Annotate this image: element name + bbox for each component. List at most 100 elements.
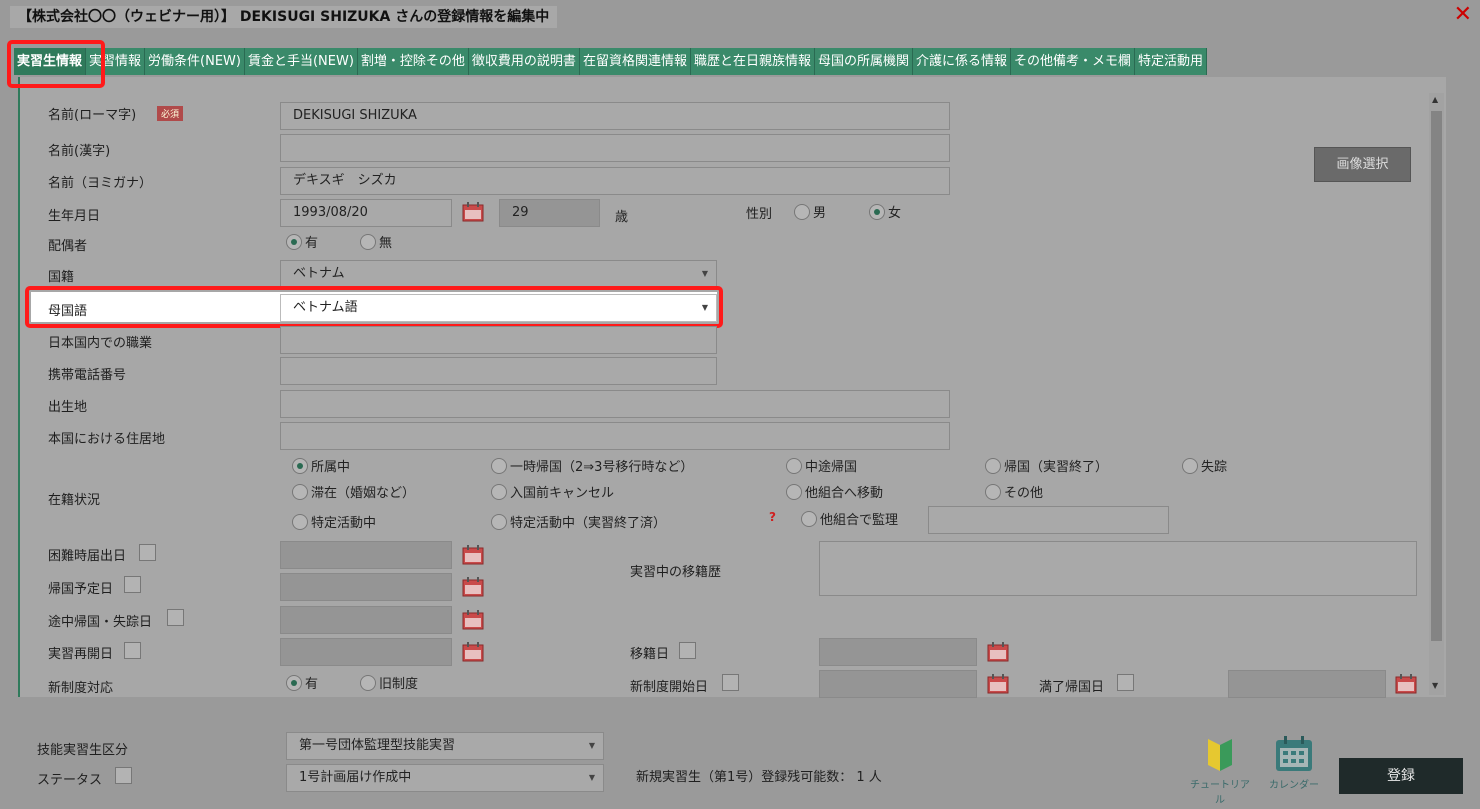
hardship-date-checkbox[interactable] [139,544,156,561]
transfer-date-input[interactable] [819,638,977,666]
other-union-input[interactable] [928,506,1169,534]
resume-label: 実習再開日 [48,647,114,662]
name-roman-input[interactable]: DEKISUGI SHIZUKA [280,102,950,130]
status-radio-other[interactable]: その他 [985,482,1043,501]
status-radio-affiliated[interactable]: 所属中 [292,456,350,475]
status-radio-stay[interactable]: 滞在（婚姻など） [292,482,415,501]
name-kanji-input[interactable] [280,134,950,162]
scroll-thumb[interactable] [1431,111,1442,641]
category-select[interactable]: 第一号団体監理型技能実習 ▼ [286,732,604,760]
return-plan-checkbox[interactable] [124,576,141,593]
tab-specified-activities[interactable]: 特定活動用 [1135,48,1208,75]
highlight-box [25,286,723,328]
status-radio-pre-entry-cancel[interactable]: 入国前キャンセル [491,482,614,501]
gender-female-radio[interactable]: 女 [869,202,901,221]
tab-care-info[interactable]: 介護に係る情報 [912,48,1011,75]
mobile-input[interactable] [280,357,717,385]
return-plan-input[interactable] [280,573,452,601]
occupation-input[interactable] [280,326,717,354]
status-radio-specified-activity-done[interactable]: 特定活動中（実習終了済） [491,512,666,531]
new-system-start-checkbox[interactable] [722,674,739,691]
calendar-icon[interactable] [462,610,484,630]
tab-bar: 実習生情報 実習情報 労働条件(NEW) 賃金と手当(NEW) 割増・控除その他… [14,48,1208,75]
status-radio-transfer[interactable]: 他組合へ移動 [786,482,883,501]
calendar-icon[interactable] [462,545,484,565]
return-plan-label: 帰国予定日 [48,582,114,597]
home-address-label: 本国における住居地 [48,432,166,447]
status-radio-midway-return[interactable]: 中途帰国 [786,456,857,475]
gender-male-radio[interactable]: 男 [794,202,826,221]
resume-checkbox[interactable] [124,642,141,659]
tutorial-button[interactable]: チュートリアル [1188,735,1252,806]
tab-home-organization[interactable]: 母国の所属機関 [814,48,913,75]
calendar-icon[interactable] [1395,674,1417,694]
birthday-input[interactable]: 1993/08/20 [280,199,452,227]
tab-labor-conditions[interactable]: 労働条件(NEW) [145,48,245,75]
spouse-no-radio[interactable]: 無 [360,232,392,251]
name-roman-label: 名前(ローマ字) [48,108,137,123]
edit-dialog: 【株式会社〇〇（ウェビナー用）】 DEKISUGI SHIZUKA さんの登録情… [0,0,1480,809]
midway-return-checkbox[interactable] [167,609,184,626]
calendar-icon[interactable] [987,674,1009,694]
status-radio-missing[interactable]: 失踪 [1182,456,1227,475]
scroll-up-icon[interactable]: ▲ [1432,95,1438,104]
midway-return-label: 途中帰国・失踪日 [48,615,153,630]
nationality-label: 国籍 [48,270,75,285]
calendar-button[interactable]: カレンダー [1262,735,1326,791]
new-system-old-radio[interactable]: 旧制度 [360,673,418,692]
transfer-history-label: 実習中の移籍歴 [630,565,722,580]
new-system-start-input[interactable] [819,670,977,698]
status-select[interactable]: 1号計画届け作成中 ▼ [286,764,604,792]
calendar-icon[interactable] [462,577,484,597]
occupation-label: 日本国内での職業 [48,336,153,351]
completion-return-checkbox[interactable] [1117,674,1134,691]
tab-wages[interactable]: 賃金と手当(NEW) [244,48,358,75]
completion-return-input[interactable] [1228,670,1386,698]
mobile-label: 携帯電話番号 [48,368,127,383]
gender-label: 性別 [746,207,773,222]
vertical-scrollbar[interactable]: ▲ ▼ [1429,93,1444,695]
calendar-icon[interactable] [462,642,484,662]
category-label: 技能実習生区分 [37,743,129,758]
status-radio-returned[interactable]: 帰国（実習終了） [985,456,1108,475]
help-icon[interactable]: ? [769,510,776,524]
new-system-yes-radio[interactable]: 有 [286,673,318,692]
transfer-date-checkbox[interactable] [679,642,696,659]
new-system-start-label: 新制度開始日 [630,680,709,695]
transfer-history-textarea[interactable] [819,541,1417,596]
calendar-icon[interactable] [462,202,484,222]
resume-input[interactable] [280,638,452,666]
birthplace-input[interactable] [280,390,950,418]
nationality-select[interactable]: ベトナム ▼ [280,260,717,288]
image-select-button[interactable]: 画像選択 [1314,147,1411,182]
home-address-input[interactable] [280,422,950,450]
register-button[interactable]: 登録 [1339,758,1463,794]
tab-career-relatives[interactable]: 職歴と在日親族情報 [690,48,815,75]
required-badge: 必須 [157,106,184,121]
close-icon[interactable]: ✕ [1454,2,1472,28]
spouse-yes-radio[interactable]: 有 [286,232,318,251]
birthday-label: 生年月日 [48,209,101,224]
dialog-title: 【株式会社〇〇（ウェビナー用）】 DEKISUGI SHIZUKA さんの登録情… [10,6,558,28]
completion-return-label: 満了帰国日 [1039,680,1105,695]
name-kana-input[interactable]: デキスギ シズカ [280,167,950,195]
tab-fee-statement[interactable]: 徴収費用の説明書 [468,48,580,75]
midway-return-input[interactable] [280,606,452,634]
hardship-date-input[interactable] [280,541,452,569]
tab-residence-status[interactable]: 在留資格関連情報 [579,48,691,75]
calendar-icon[interactable] [987,642,1009,662]
transfer-date-label: 移籍日 [630,647,670,662]
status-radio-specified-activity[interactable]: 特定活動中 [292,512,376,531]
spouse-label: 配偶者 [48,239,88,254]
tab-notes[interactable]: その他備考・メモ欄 [1011,48,1136,75]
chevron-down-icon: ▼ [588,773,595,782]
tab-premium-deductions[interactable]: 割増・控除その他 [357,48,469,75]
footer-status-checkbox[interactable] [115,767,132,784]
status-radio-other-union[interactable]: 他組合で監理 [801,509,898,528]
beginner-icon [1208,739,1232,771]
chevron-down-icon: ▼ [588,741,595,750]
scroll-down-icon[interactable]: ▼ [1432,681,1438,690]
status-radio-temporary-return[interactable]: 一時帰国（2⇒3号移行時など） [491,456,693,475]
birthplace-label: 出生地 [48,400,88,415]
remaining-count-text: 新規実習生（第1号）登録残可能数： 1 人 [636,770,882,785]
